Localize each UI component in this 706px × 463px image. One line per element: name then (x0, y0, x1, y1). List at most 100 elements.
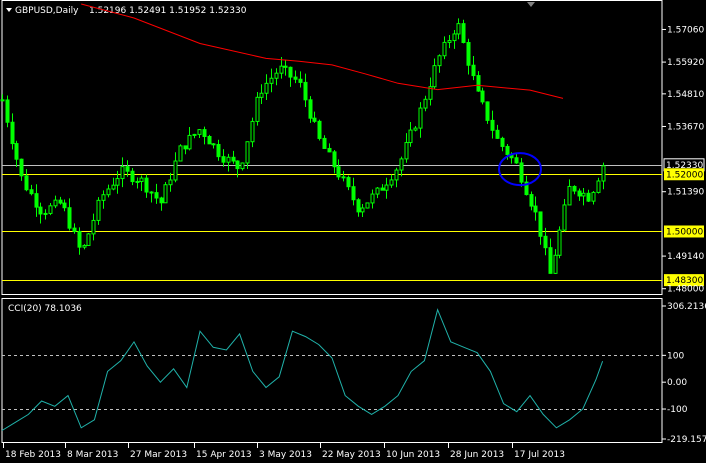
candle-bull (250, 120, 255, 143)
candle-bear (207, 136, 212, 145)
candle-bear (14, 143, 19, 160)
candle-bear (216, 143, 221, 158)
candle-bull (259, 92, 264, 98)
cci-layer (1, 308, 662, 431)
candle-bear (202, 129, 207, 138)
candle-bull (418, 107, 423, 129)
candle-bear (231, 156, 236, 162)
candle-bear (19, 158, 24, 177)
candle-bull (404, 142, 409, 160)
candle-bear (495, 129, 500, 139)
candle-bull (245, 141, 250, 164)
chart-canvas[interactable]: GBPUSD,Daily 1.52196 1.52491 1.51952 1.5… (0, 0, 706, 463)
candle-bear (0, 99, 5, 102)
price-panel-frame (1, 0, 663, 295)
candle-bull (394, 169, 399, 181)
candle-bull (437, 55, 442, 67)
candle-bear (577, 190, 582, 197)
candle-bear (154, 192, 159, 199)
symbol-label: GBPUSD,Daily (15, 6, 79, 16)
candle-bull (447, 40, 452, 43)
candle-bull (264, 82, 269, 94)
candle-bull (173, 160, 178, 181)
header-dropdown-icon[interactable] (6, 8, 12, 12)
candle-bear (548, 247, 553, 274)
candle-bull (553, 254, 558, 274)
candle-bear (586, 192, 591, 202)
time-tick-label: 3 May 2013 (259, 450, 312, 460)
candle-bear (283, 65, 288, 68)
candle-bear (159, 197, 164, 204)
candle-bear (572, 185, 577, 192)
candle-bull (163, 184, 168, 204)
candle-bull (562, 204, 567, 231)
time-tick-label: 10 Jun 2013 (386, 450, 440, 460)
candle-bull (43, 212, 48, 215)
time-tick-label: 28 Jun 2013 (450, 450, 504, 460)
candle-bull (226, 156, 231, 163)
candle-bull (91, 219, 96, 235)
candle-bear (346, 176, 351, 188)
candle-bear (480, 90, 485, 103)
candle-bear (62, 202, 67, 209)
candle-bear (322, 137, 327, 149)
candle-bear (317, 120, 322, 139)
candle-bear (500, 137, 505, 147)
candle-bear (538, 211, 543, 237)
candle-bear (461, 23, 466, 44)
candle-bear (58, 199, 63, 204)
candle-bear (235, 160, 240, 170)
candle-bull (139, 177, 144, 182)
candle-bear (72, 227, 77, 232)
candle-bull (389, 179, 394, 186)
candle-bear (514, 157, 519, 164)
candle-bull (106, 188, 111, 196)
cci-tick-label: -219.1575 (667, 435, 706, 445)
candle-bull (399, 158, 404, 171)
candle-bear (77, 230, 82, 248)
candle-bull (269, 77, 274, 84)
candle-bull (274, 72, 279, 79)
candle-bear (34, 193, 39, 208)
candle-bull (413, 127, 418, 131)
candle-bear (471, 64, 476, 77)
candle-bull (96, 199, 101, 221)
candle-bear (312, 117, 317, 122)
candle-bear (67, 207, 72, 229)
cci-tick-label: 100 (667, 351, 684, 361)
candle-bear (5, 99, 10, 123)
time-tick-label: 15 Apr 2013 (196, 450, 252, 460)
candle-bull (365, 202, 370, 209)
price-tag-label: 1.50000 (666, 227, 703, 237)
candle-bear (466, 42, 471, 66)
candle-bull (591, 191, 596, 202)
candle-bear (144, 177, 149, 193)
candle-bull (192, 133, 197, 136)
cci-tick-label: 306.2136 (667, 302, 706, 312)
candle-bear (519, 162, 524, 183)
candle-bear (476, 75, 481, 92)
candle-bull (48, 205, 53, 214)
price-tick-label: 1.57060 (667, 25, 704, 35)
candle-bull (279, 65, 284, 74)
candle-bull (111, 184, 116, 190)
candle-bear (490, 119, 495, 131)
candle-bull (82, 244, 87, 248)
candle-bull (168, 179, 173, 186)
candle-bull (384, 184, 389, 191)
candle-bull (432, 65, 437, 88)
cci-tick-label: -100 (667, 405, 688, 415)
price-tick-label: 1.54810 (667, 90, 704, 100)
candle-bull (197, 129, 202, 135)
candle-bull (408, 129, 413, 144)
cci-indicator-label: CCI(20) 78.1036 (8, 304, 82, 314)
candle-bull (120, 166, 125, 180)
candle-bear (24, 175, 29, 191)
candle-bear (356, 199, 361, 213)
candle-bear (288, 66, 293, 78)
candle-bear (221, 156, 226, 163)
chart-shift-marker-icon[interactable] (527, 2, 535, 7)
candle-bear (183, 145, 188, 150)
candle-bull (115, 178, 120, 186)
candle-bull (86, 233, 91, 246)
